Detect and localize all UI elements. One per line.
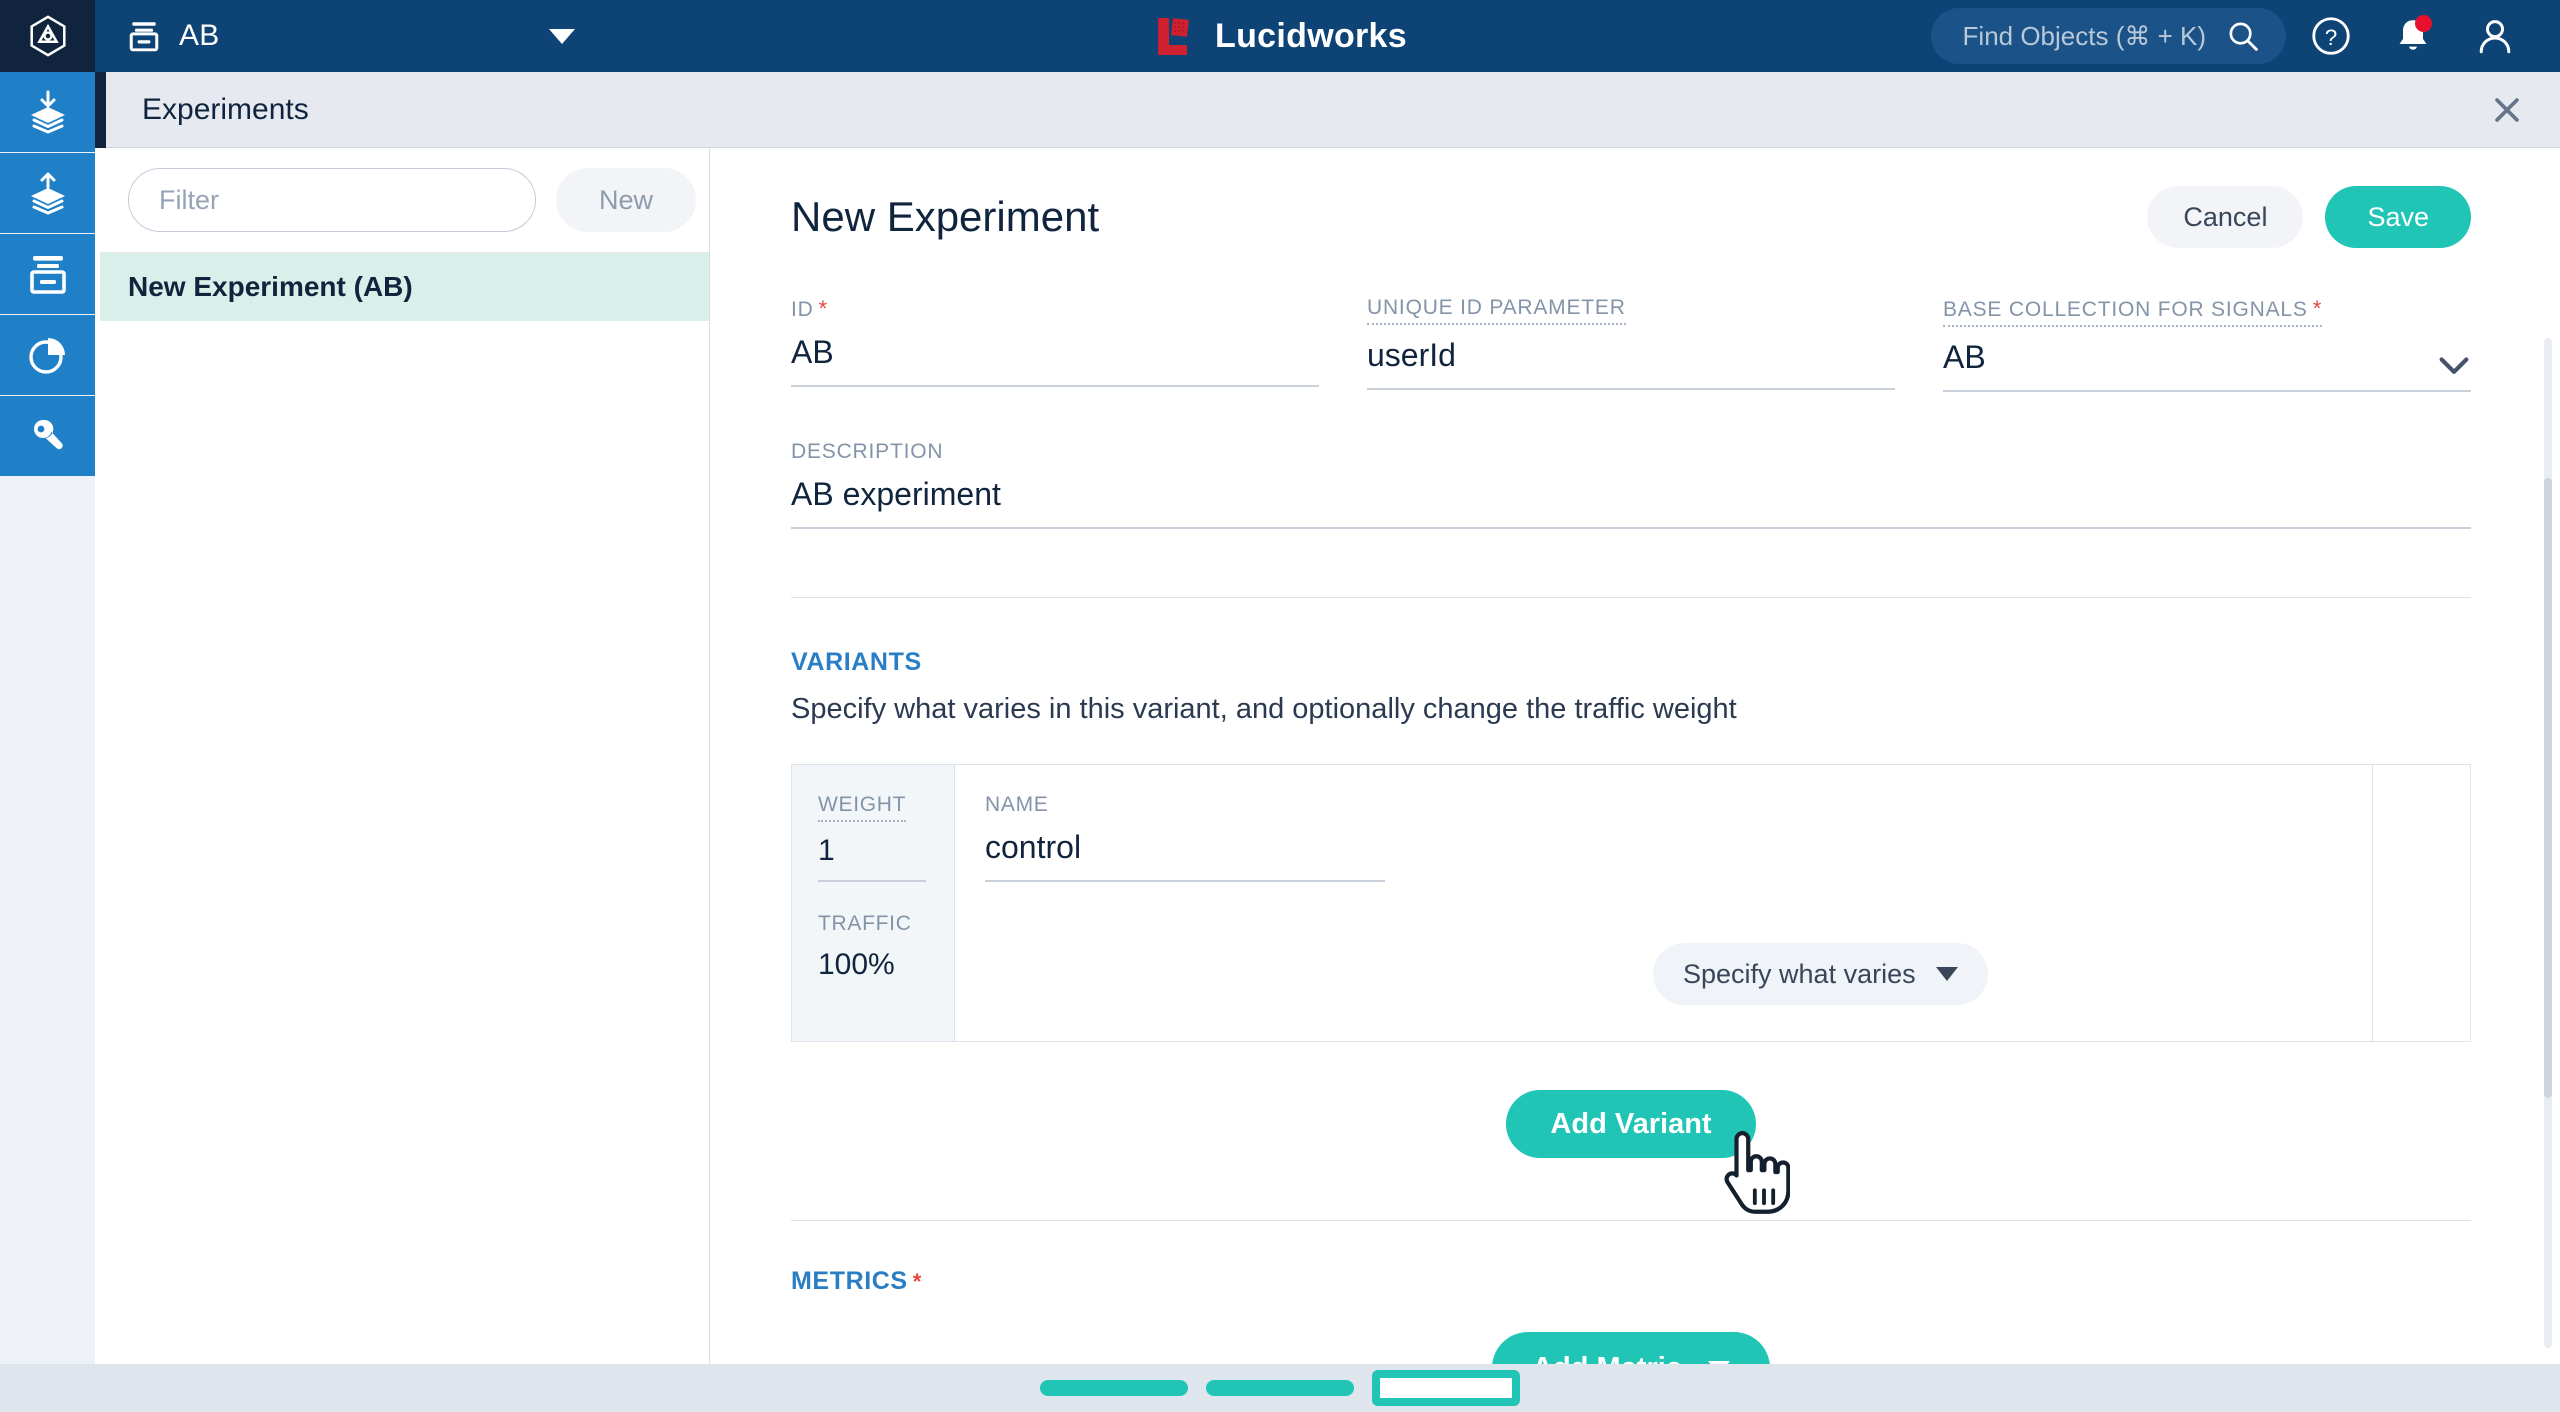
- specify-what-varies-button[interactable]: Specify what varies: [1653, 943, 1988, 1005]
- bottom-tab-bar: [0, 1364, 2560, 1412]
- required-asterisk: *: [912, 1269, 922, 1294]
- add-metric-label: Add Metric: [1532, 1352, 1682, 1365]
- layers-up-arrow-icon: [30, 172, 65, 215]
- panel-title: Experiments: [142, 92, 309, 126]
- tab-indicator-2[interactable]: [1206, 1380, 1354, 1396]
- find-objects-label: Find Objects (⌘ + K): [1962, 20, 2206, 51]
- variant-name-label: Name: [985, 793, 1049, 816]
- page-title: New Experiment: [791, 193, 1100, 240]
- main-scrollbar-track[interactable]: [2544, 338, 2552, 1348]
- collection-archive-icon: [29, 256, 66, 294]
- field-value-id[interactable]: AB: [791, 334, 1319, 387]
- help-circle-icon: ?: [2312, 17, 2350, 55]
- variant-name-value[interactable]: control: [985, 829, 1385, 882]
- brand-name: Lucidworks: [1215, 16, 1407, 55]
- save-button[interactable]: Save: [2325, 186, 2471, 248]
- variant-side-panel: Weight 1 Traffic 100%: [792, 765, 955, 1041]
- list-item-new-experiment[interactable]: New Experiment (AB): [100, 253, 709, 321]
- field-label-id: ID *: [791, 296, 828, 321]
- cancel-button[interactable]: Cancel: [2147, 186, 2304, 248]
- layers-down-arrow-icon: [30, 90, 65, 134]
- experiments-list-panel: New New Experiment (AB): [100, 148, 710, 1364]
- close-x-icon: [2495, 97, 2519, 122]
- collection-archive-icon: [129, 22, 159, 52]
- sidebar-item-analytics[interactable]: [0, 315, 95, 395]
- app-logo[interactable]: [0, 0, 95, 72]
- required-asterisk: *: [818, 296, 828, 321]
- sidebar-item-tools[interactable]: [0, 396, 95, 476]
- variants-description: Specify what varies in this variant, and…: [791, 693, 1737, 725]
- top-bar: AB Lucidworks Find Objects (⌘ + K) ?: [0, 0, 2560, 72]
- main-scrollbar-thumb[interactable]: [2544, 478, 2552, 1098]
- weight-label: Weight: [818, 793, 907, 822]
- field-label-unique-id-parameter: Unique ID Parameter: [1367, 296, 1626, 325]
- list-toolbar: New: [100, 148, 709, 253]
- wrench-icon: [33, 419, 63, 450]
- field-id: ID * AB: [791, 296, 1319, 392]
- base-collection-selected-value: AB: [1943, 339, 1986, 375]
- field-variant-name: Name control: [985, 793, 1385, 882]
- panel-header: Experiments: [95, 72, 2560, 148]
- variants-divider: [791, 597, 2471, 598]
- form-actions: Cancel Save: [2147, 186, 2471, 248]
- add-variant-button[interactable]: Add Variant: [1506, 1090, 1756, 1158]
- field-value-base-collection-for-signals[interactable]: AB: [1943, 339, 2471, 392]
- field-description: Description AB experiment: [791, 440, 2471, 529]
- svg-text:?: ?: [2325, 25, 2338, 50]
- caret-down-icon[interactable]: [549, 28, 575, 44]
- collection-selector[interactable]: AB: [95, 0, 595, 72]
- help-button[interactable]: ?: [2294, 0, 2368, 73]
- panel-accent-bar: [95, 72, 106, 148]
- variant-row: Weight 1 Traffic 100% Name control Speci…: [791, 764, 2471, 1042]
- traffic-value: 100%: [818, 948, 895, 981]
- filter-input[interactable]: [159, 184, 513, 216]
- field-value-description[interactable]: AB experiment: [791, 476, 2471, 529]
- variant-body: Name control Specify what varies: [955, 765, 2372, 1041]
- specify-what-varies-label: Specify what varies: [1683, 958, 1916, 989]
- add-variant-area: Add Variant: [791, 1090, 2471, 1214]
- field-row-description: Description AB experiment: [791, 440, 2471, 529]
- list-item-label: New Experiment (AB): [128, 271, 413, 302]
- metrics-divider: [791, 1220, 2471, 1221]
- field-base-collection-for-signals: Base Collection for Signals * AB: [1943, 296, 2471, 392]
- lucidworks-hexagon-logo-icon: [29, 15, 66, 57]
- chevron-down-icon[interactable]: [2437, 354, 2471, 376]
- experiment-form-panel: New Experiment Cancel Save ID * AB Unique…: [711, 148, 2556, 1364]
- panel-close-button[interactable]: [2480, 83, 2534, 137]
- traffic-label: Traffic: [818, 912, 912, 935]
- required-asterisk: *: [2312, 296, 2323, 321]
- variants-section-label: Variants: [791, 648, 922, 676]
- metrics-section-label: Metrics *: [791, 1267, 922, 1295]
- sidebar-item-indexing[interactable]: [0, 72, 95, 152]
- notification-badge: [2415, 15, 2432, 32]
- new-experiment-button[interactable]: New: [556, 168, 696, 232]
- variant-actions-cell: [2372, 765, 2470, 1041]
- lucidworks-mark-icon: [1158, 18, 1189, 55]
- sidebar-rail: [0, 72, 95, 1412]
- tab-indicator-3-active[interactable]: [1372, 1370, 1520, 1406]
- find-objects-button[interactable]: Find Objects (⌘ + K): [1930, 8, 2286, 64]
- pie-chart-icon: [28, 338, 65, 374]
- account-button[interactable]: [2458, 0, 2532, 73]
- add-metric-area: Add Metric: [791, 1332, 2471, 1364]
- form-header: New Experiment Cancel Save: [791, 186, 2471, 248]
- caret-down-icon: [1935, 967, 1958, 981]
- collection-name: AB: [179, 19, 220, 52]
- field-label-base-collection-for-signals: Base Collection for Signals *: [1943, 296, 2323, 327]
- field-value-unique-id-parameter[interactable]: userId: [1367, 337, 1895, 390]
- field-row-primary: ID * AB Unique ID Parameter userId Base C…: [791, 296, 2471, 392]
- add-metric-button[interactable]: Add Metric: [1492, 1332, 1770, 1364]
- field-unique-id-parameter: Unique ID Parameter userId: [1367, 296, 1895, 392]
- search-icon: [2229, 22, 2258, 51]
- field-label-description: Description: [791, 440, 944, 463]
- notifications-button[interactable]: [2376, 0, 2450, 73]
- user-avatar-icon: [2479, 20, 2511, 54]
- weight-value[interactable]: 1: [818, 834, 926, 882]
- top-bar-actions: Find Objects (⌘ + K) ?: [1930, 0, 2560, 73]
- sidebar-item-querying[interactable]: [0, 153, 95, 233]
- sidebar-item-collections[interactable]: [0, 234, 95, 314]
- filter-box[interactable]: [128, 168, 536, 232]
- brand: Lucidworks: [1153, 0, 1407, 72]
- tab-indicator-1[interactable]: [1040, 1380, 1188, 1396]
